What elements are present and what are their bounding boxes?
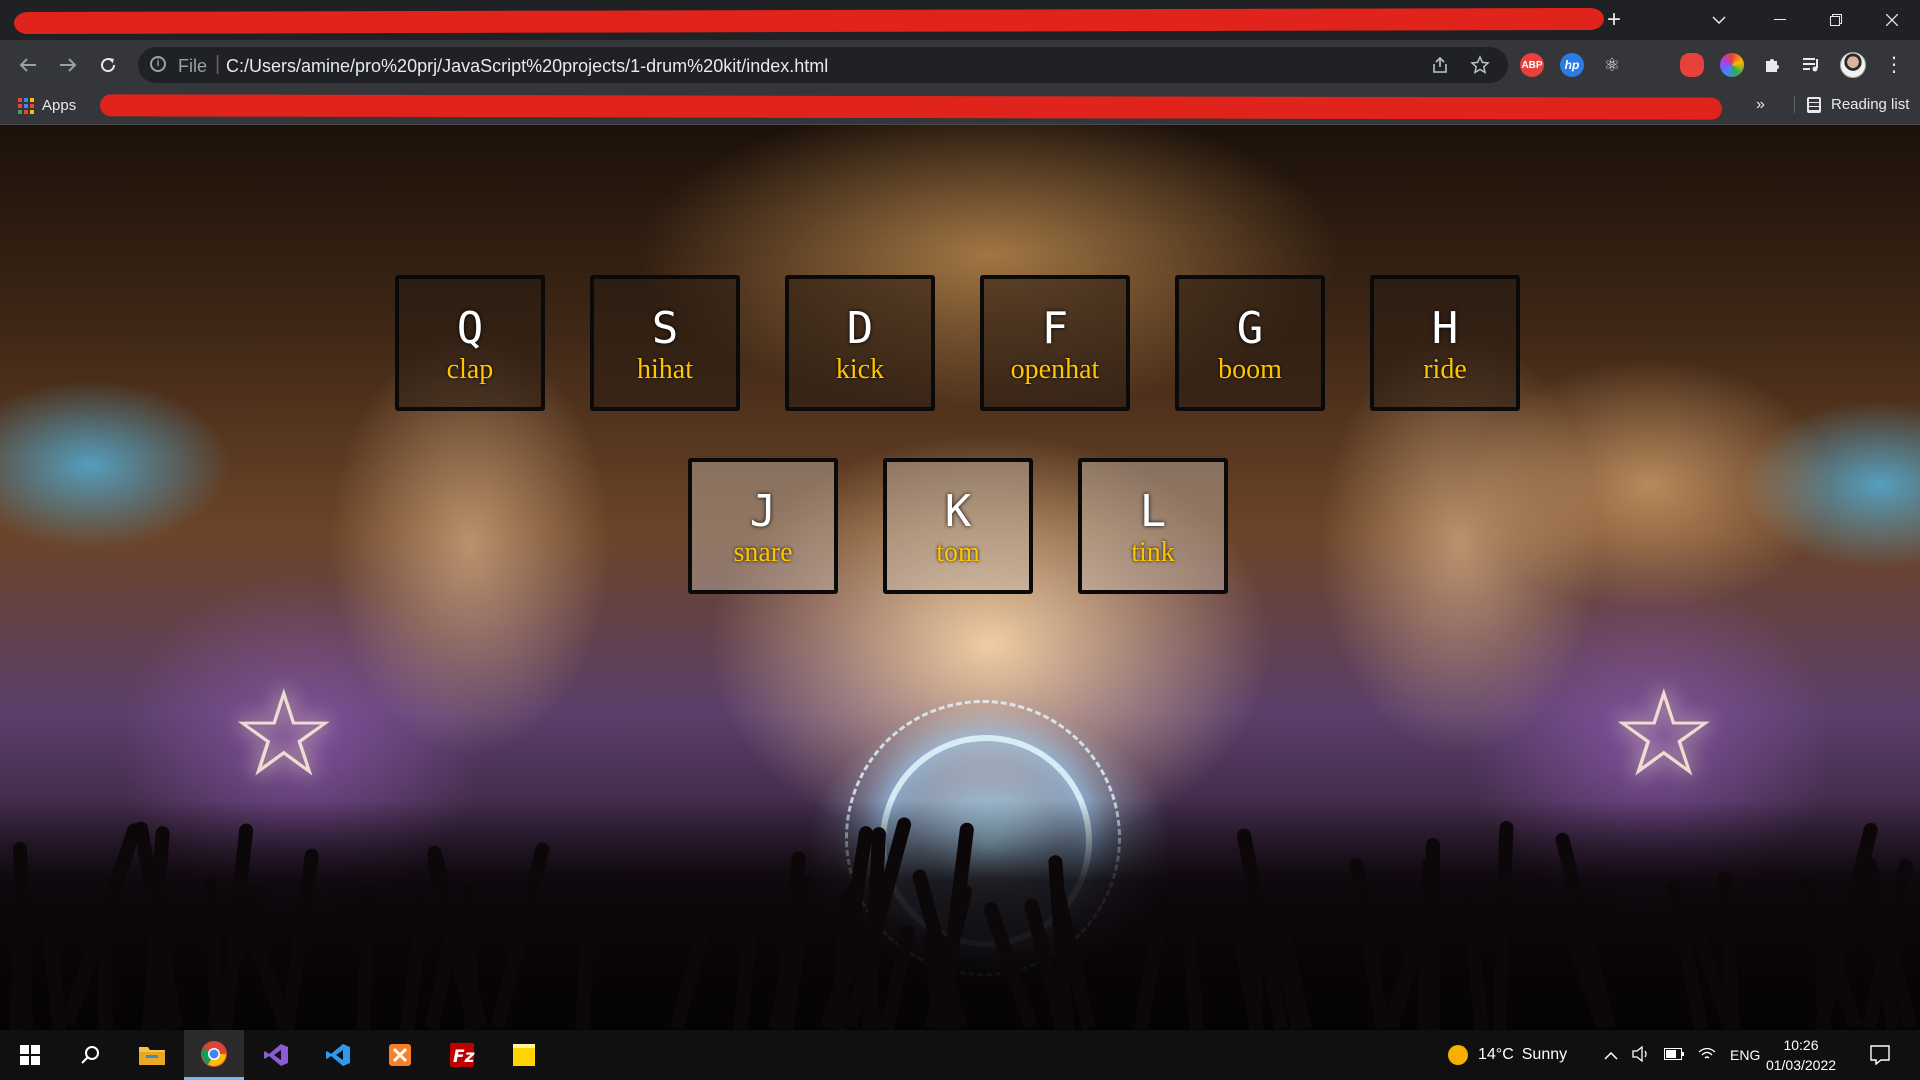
redacted-tab-strip bbox=[13, 7, 1605, 35]
sound-name: snare bbox=[733, 537, 793, 568]
weather-temp: 14°C bbox=[1478, 1046, 1514, 1063]
key-letter: S bbox=[651, 303, 679, 354]
weather-text: Sunny bbox=[1521, 1046, 1568, 1063]
reading-list-label: Reading list bbox=[1831, 96, 1910, 113]
clock-date: 01/03/2022 bbox=[1765, 1057, 1837, 1073]
profile-avatar[interactable] bbox=[1840, 52, 1866, 78]
media-control-icon[interactable] bbox=[1800, 53, 1824, 77]
forward-arrow-icon[interactable] bbox=[54, 51, 82, 79]
browser-toolbar: i File | C:/Users/amine/pro%20prj/JavaSc… bbox=[0, 40, 1920, 90]
red-extension-icon[interactable] bbox=[1680, 53, 1704, 77]
back-arrow-icon[interactable] bbox=[14, 51, 42, 79]
scheme-separator: | bbox=[215, 53, 221, 75]
vscode-icon[interactable] bbox=[308, 1030, 368, 1080]
system-tray: ENG bbox=[1604, 1030, 1760, 1080]
windows-taskbar: Fz 14°C Sunny ENG 10:26 01/03/2022 bbox=[0, 1030, 1920, 1080]
scheme-label: File bbox=[178, 56, 208, 76]
reading-list-icon bbox=[1807, 96, 1821, 113]
sound-name: clap bbox=[446, 354, 494, 385]
drum-key-l[interactable]: L tink bbox=[1078, 458, 1228, 594]
reading-list-button[interactable]: Reading list bbox=[1794, 96, 1909, 113]
visual-studio-icon[interactable] bbox=[246, 1030, 306, 1080]
chrome-icon[interactable] bbox=[184, 1030, 244, 1080]
more-bookmarks-button[interactable]: » bbox=[1756, 96, 1765, 114]
browser-titlebar: + bbox=[0, 0, 1920, 40]
clock[interactable]: 10:26 01/03/2022 bbox=[1756, 1035, 1846, 1075]
drum-key-q[interactable]: Q clap bbox=[395, 275, 545, 411]
close-window-button[interactable] bbox=[1864, 0, 1920, 40]
sound-name: openhat bbox=[1010, 354, 1100, 385]
menu-kebab-icon[interactable]: ⋮ bbox=[1884, 52, 1904, 78]
restore-button[interactable] bbox=[1808, 0, 1864, 40]
battery-icon[interactable] bbox=[1664, 1047, 1684, 1063]
apps-grid-icon bbox=[18, 97, 34, 114]
color-wheel-icon[interactable] bbox=[1720, 53, 1744, 77]
new-tab-button[interactable]: + bbox=[1602, 8, 1626, 32]
drum-key-f[interactable]: F openhat bbox=[980, 275, 1130, 411]
bookmark-star-icon[interactable] bbox=[1470, 55, 1490, 75]
notifications-icon[interactable] bbox=[1850, 1030, 1910, 1080]
redacted-bookmarks bbox=[99, 94, 1723, 120]
key-letter: H bbox=[1431, 303, 1459, 354]
drum-key-d[interactable]: D kick bbox=[785, 275, 935, 411]
key-letter: Q bbox=[456, 303, 484, 354]
start-windows-icon[interactable] bbox=[0, 1030, 60, 1080]
sun-icon bbox=[1448, 1045, 1468, 1065]
tab-search-chevron-icon[interactable] bbox=[1704, 8, 1734, 32]
drum-kit-page: ☆ ☆ Q clap S hihat D kick F openhat G bo… bbox=[0, 125, 1920, 1030]
key-letter: K bbox=[944, 486, 972, 537]
drum-key-h[interactable]: H ride bbox=[1370, 275, 1520, 411]
svg-text:Fz: Fz bbox=[453, 1047, 475, 1067]
sound-name: tom bbox=[936, 537, 980, 568]
volume-icon[interactable] bbox=[1632, 1045, 1650, 1065]
apps-label: Apps bbox=[42, 97, 77, 114]
adblock-plus-icon[interactable]: ABP bbox=[1520, 53, 1544, 77]
drum-key-s[interactable]: S hihat bbox=[590, 275, 740, 411]
apps-shortcut[interactable]: Apps bbox=[18, 97, 76, 114]
hp-icon[interactable]: hp bbox=[1560, 53, 1584, 77]
bookmarks-bar: Apps » Reading list bbox=[0, 90, 1920, 125]
key-letter: D bbox=[846, 303, 874, 354]
search-icon[interactable] bbox=[60, 1030, 120, 1080]
drum-keys-container: Q clap S hihat D kick F openhat G boom H… bbox=[0, 125, 1920, 1030]
key-letter: L bbox=[1139, 486, 1167, 537]
sound-name: boom bbox=[1218, 354, 1282, 385]
react-devtools-icon[interactable]: ⚛ bbox=[1600, 53, 1624, 77]
wifi-icon[interactable] bbox=[1698, 1047, 1716, 1064]
reload-icon[interactable] bbox=[94, 51, 122, 79]
url-text[interactable]: C:/Users/amine/pro%20prj/JavaScript%20pr… bbox=[226, 56, 828, 77]
drum-key-j[interactable]: J snare bbox=[688, 458, 838, 594]
sound-name: hihat bbox=[637, 354, 693, 385]
xampp-icon[interactable] bbox=[370, 1030, 430, 1080]
extensions-puzzle-icon[interactable] bbox=[1760, 53, 1784, 77]
site-info-icon[interactable]: i bbox=[150, 56, 166, 72]
sound-name: tink bbox=[1131, 537, 1175, 568]
key-letter: G bbox=[1236, 303, 1264, 354]
key-letter: F bbox=[1041, 303, 1069, 354]
file-explorer-icon[interactable] bbox=[122, 1030, 182, 1080]
share-icon[interactable] bbox=[1430, 55, 1450, 75]
weather-widget[interactable]: 14°C Sunny bbox=[1448, 1030, 1567, 1080]
clock-time: 10:26 bbox=[1783, 1037, 1819, 1053]
drum-key-g[interactable]: G boom bbox=[1175, 275, 1325, 411]
filezilla-icon[interactable]: Fz bbox=[432, 1030, 492, 1080]
minimize-button[interactable] bbox=[1752, 0, 1808, 40]
key-letter: J bbox=[749, 486, 777, 537]
address-bar[interactable]: i File | C:/Users/amine/pro%20prj/JavaSc… bbox=[138, 47, 1508, 83]
sticky-notes-icon[interactable] bbox=[494, 1030, 554, 1080]
sound-name: kick bbox=[835, 354, 885, 385]
drum-key-k[interactable]: K tom bbox=[883, 458, 1033, 594]
sound-name: ride bbox=[1423, 354, 1467, 385]
show-hidden-icons-chevron-icon[interactable] bbox=[1604, 1047, 1618, 1063]
